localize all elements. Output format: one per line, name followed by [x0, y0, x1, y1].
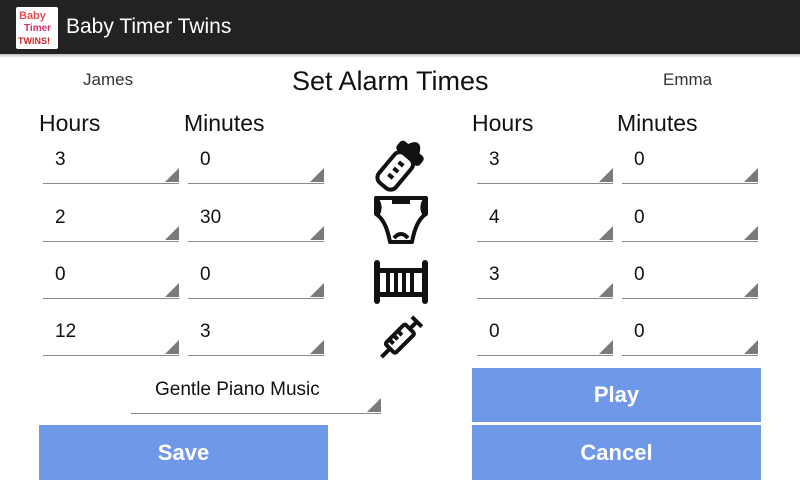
play-button[interactable]: Play: [472, 368, 761, 422]
right-hours-spinner-bottle[interactable]: 3: [477, 144, 613, 184]
left-minutes-spinner-medicine[interactable]: 3: [188, 316, 324, 356]
app-title: Baby Timer Twins: [66, 15, 232, 38]
dropdown-arrow-icon: [310, 283, 324, 297]
spinner-value: 30: [200, 207, 222, 228]
dropdown-arrow-icon: [744, 283, 758, 297]
spinner-value: 0: [55, 264, 66, 285]
left-minutes-spinner-bottle[interactable]: 0: [188, 144, 324, 184]
app-logo: Baby Timer TWINS!: [16, 7, 58, 49]
spinner-value: 3: [55, 149, 66, 170]
cancel-button[interactable]: Cancel: [472, 425, 761, 480]
crib-icon: [374, 260, 428, 304]
dropdown-arrow-icon: [744, 226, 758, 240]
dropdown-arrow-icon: [165, 168, 179, 182]
spinner-value: 2: [55, 207, 66, 228]
dropdown-arrow-icon: [744, 168, 758, 182]
left-hours-label: Hours: [39, 110, 101, 136]
right-minutes-spinner-sleep[interactable]: 0: [622, 259, 758, 299]
dropdown-arrow-icon: [310, 168, 324, 182]
dropdown-arrow-icon: [599, 226, 613, 240]
spinner-value: 0: [634, 321, 645, 342]
dropdown-arrow-icon: [367, 398, 381, 412]
dropdown-arrow-icon: [744, 340, 758, 354]
spinner-value: 0: [634, 207, 645, 228]
left-minutes-spinner-sleep[interactable]: 0: [188, 259, 324, 299]
spinner-value: 3: [200, 321, 211, 342]
left-minutes-label: Minutes: [184, 110, 265, 136]
syringe-icon: [380, 315, 424, 359]
alarm-sound-select[interactable]: Gentle Piano Music: [131, 374, 381, 414]
spinner-value: 0: [634, 149, 645, 170]
spinner-value: 3: [489, 264, 500, 285]
svg-text:Timer: Timer: [24, 23, 51, 34]
spinner-value: 3: [489, 149, 500, 170]
spinner-value: 12: [55, 321, 77, 342]
save-button[interactable]: Save: [39, 425, 328, 480]
left-hours-spinner-bottle[interactable]: 3: [43, 144, 179, 184]
spinner-value: 0: [634, 264, 645, 285]
spinner-value: 0: [200, 149, 211, 170]
right-hours-spinner-diaper[interactable]: 4: [477, 202, 613, 242]
left-hours-spinner-sleep[interactable]: 0: [43, 259, 179, 299]
dropdown-arrow-icon: [165, 226, 179, 240]
spinner-value: 0: [489, 321, 500, 342]
action-bar-shadow: [0, 54, 800, 58]
dropdown-arrow-icon: [310, 226, 324, 240]
baby-bottle-icon: [375, 140, 424, 192]
dropdown-arrow-icon: [599, 283, 613, 297]
svg-text:TWINS!: TWINS!: [18, 36, 50, 46]
dropdown-arrow-icon: [310, 340, 324, 354]
right-hours-spinner-medicine[interactable]: 0: [477, 316, 613, 356]
spinner-value: 0: [200, 264, 211, 285]
right-hours-label: Hours: [472, 110, 534, 136]
dropdown-arrow-icon: [599, 168, 613, 182]
left-minutes-spinner-diaper[interactable]: 30: [188, 202, 324, 242]
dropdown-arrow-icon: [599, 340, 613, 354]
page-title: Set Alarm Times: [292, 66, 489, 96]
dropdown-arrow-icon: [165, 283, 179, 297]
diaper-icon: [374, 196, 428, 244]
alarm-sound-value: Gentle Piano Music: [155, 379, 320, 400]
left-hours-spinner-diaper[interactable]: 2: [43, 202, 179, 242]
left-hours-spinner-medicine[interactable]: 12: [43, 316, 179, 356]
right-hours-spinner-sleep[interactable]: 3: [477, 259, 613, 299]
right-minutes-spinner-bottle[interactable]: 0: [622, 144, 758, 184]
right-minutes-spinner-diaper[interactable]: 0: [622, 202, 758, 242]
dropdown-arrow-icon: [165, 340, 179, 354]
right-baby-name: Emma: [663, 70, 713, 89]
action-bar: Baby Timer TWINS! Baby Timer Twins: [0, 0, 800, 54]
spinner-value: 4: [489, 207, 500, 228]
right-minutes-label: Minutes: [617, 110, 698, 136]
left-baby-name: James: [83, 70, 134, 89]
right-minutes-spinner-medicine[interactable]: 0: [622, 316, 758, 356]
svg-text:Baby: Baby: [19, 10, 47, 22]
